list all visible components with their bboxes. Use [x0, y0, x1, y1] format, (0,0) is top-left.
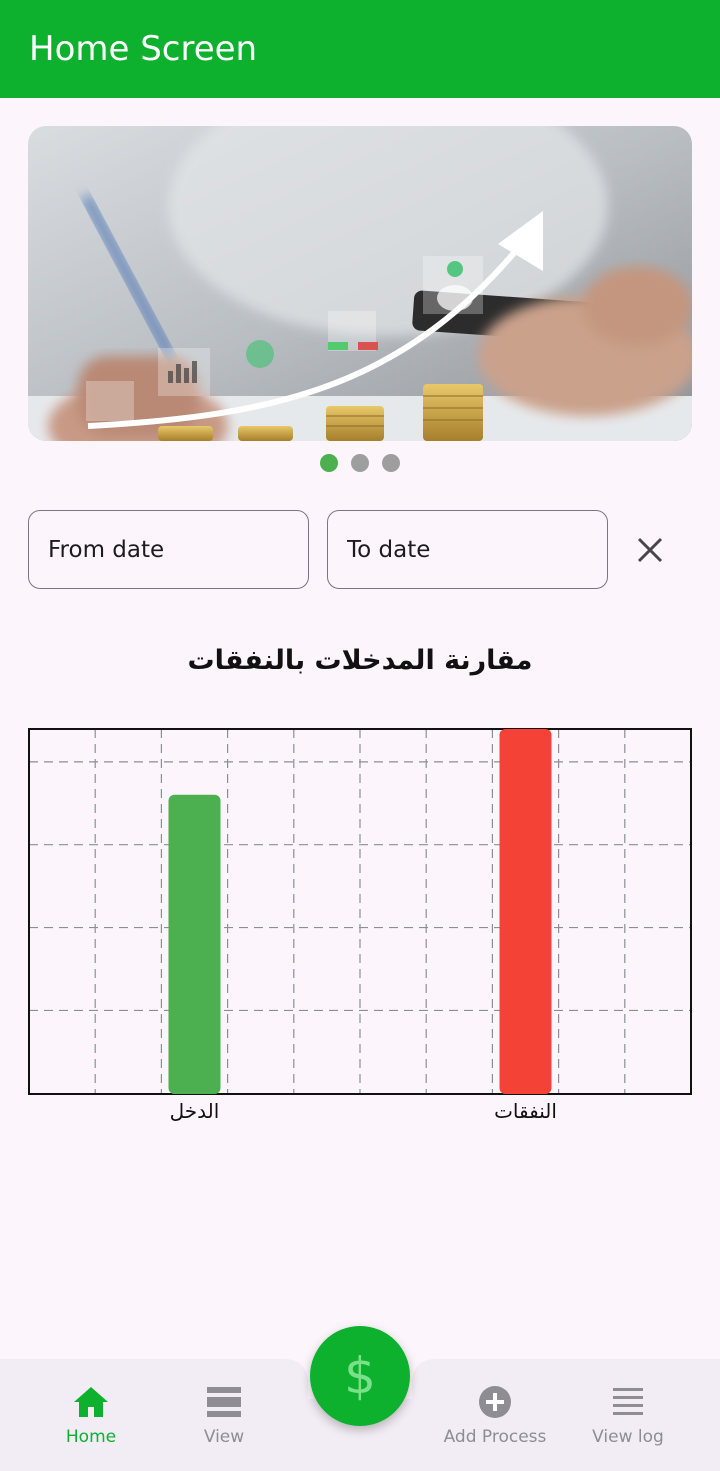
app-bar: Home Screen [0, 0, 720, 98]
nav-view-label: View [203, 1427, 245, 1447]
to-date-input[interactable] [347, 536, 607, 563]
nav-home[interactable]: Home [26, 1385, 156, 1447]
from-date-field[interactable] [28, 510, 309, 589]
dollar-icon: $ [344, 1347, 376, 1405]
clear-dates-button[interactable] [626, 526, 674, 574]
carousel-indicators [0, 454, 720, 472]
carousel-dot[interactable] [351, 454, 369, 472]
nav-view-log[interactable]: View log [563, 1385, 693, 1447]
banner-carousel[interactable] [28, 126, 692, 441]
carousel-dot[interactable] [382, 454, 400, 472]
nav-add-process-label: Add Process [443, 1427, 547, 1447]
log-list-icon [613, 1388, 643, 1415]
close-icon [637, 537, 663, 563]
nav-add-process[interactable]: Add Process [430, 1385, 560, 1447]
carousel-dot[interactable] [320, 454, 338, 472]
income-expense-chart: الدخل النفقات [28, 728, 692, 1123]
banner-image [28, 126, 692, 441]
nav-home-label: Home [65, 1427, 117, 1447]
to-date-field[interactable] [327, 510, 608, 589]
add-transaction-fab[interactable]: $ [310, 1326, 410, 1426]
nav-view[interactable]: View [159, 1385, 289, 1447]
x-tick-label: النفقات [494, 1099, 557, 1123]
chart-bar [499, 729, 552, 1094]
home-icon [74, 1387, 108, 1417]
add-circle-icon [479, 1386, 511, 1418]
view-list-icon [207, 1387, 241, 1417]
from-date-input[interactable] [48, 536, 308, 563]
x-tick-label: الدخل [170, 1099, 220, 1123]
chart-bar [168, 794, 221, 1094]
page-title: Home Screen [29, 29, 258, 69]
nav-view-log-label: View log [592, 1427, 664, 1447]
chart-title: مقارنة المدخلات بالنفقات [187, 645, 533, 676]
